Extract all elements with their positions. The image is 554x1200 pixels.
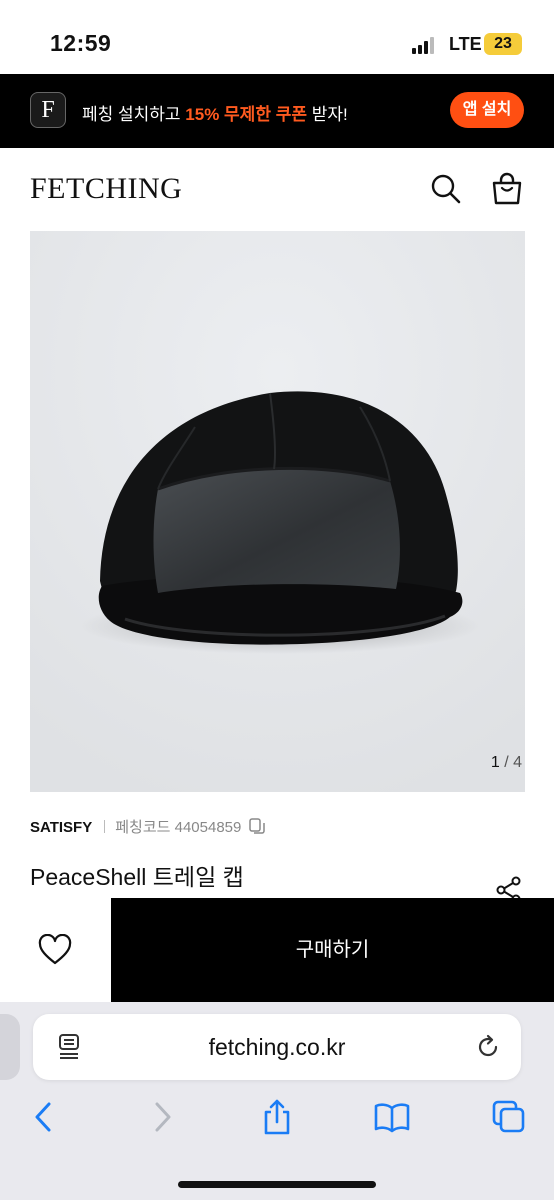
- image-counter-separator: /: [499, 754, 514, 771]
- site-logo[interactable]: FETCHING: [30, 172, 182, 206]
- app-install-button[interactable]: 앱 설치: [450, 92, 524, 128]
- product-meta: SATISFY 페칭코드 44054859: [30, 816, 266, 837]
- bookmarks-icon[interactable]: [374, 1098, 410, 1136]
- tabs-icon[interactable]: [491, 1098, 527, 1136]
- site-header: FETCHING: [0, 148, 554, 230]
- app-install-banner: F 페칭 설치하고 15% 무제한 쿠폰 받자! 앱 설치: [0, 74, 554, 148]
- signal-icon: [412, 36, 438, 54]
- network-type: LTE: [449, 34, 482, 54]
- status-bar: 12:59 LTE 23: [0, 0, 554, 74]
- search-icon[interactable]: [429, 172, 463, 206]
- product-code-label: 페칭코드: [115, 819, 171, 836]
- image-counter: 1 / 4: [491, 754, 522, 772]
- image-counter-current: 1: [490, 754, 500, 771]
- purchase-bar: 구매하기: [0, 898, 554, 1002]
- banner-message: 페칭 설치하고 15% 무제한 쿠폰 받자!: [82, 100, 348, 125]
- buy-button[interactable]: 구매하기: [111, 898, 554, 1002]
- battery-indicator: 23: [484, 33, 522, 55]
- previous-tab-preview[interactable]: [0, 1014, 20, 1080]
- banner-message-suffix: 받자!: [306, 105, 348, 124]
- cap-illustration: [30, 231, 525, 792]
- banner-message-prefix: 페칭 설치하고: [82, 105, 186, 124]
- status-time: 12:59: [50, 30, 112, 56]
- back-icon[interactable]: [26, 1098, 62, 1136]
- divider: [104, 820, 106, 833]
- browser-toolbar: fetching.co.kr: [0, 1002, 554, 1200]
- copy-icon[interactable]: [248, 817, 266, 835]
- product-image[interactable]: 1 / 4: [30, 231, 525, 792]
- product-title: PeaceShell 트레일 캡: [30, 864, 244, 890]
- forward-icon[interactable]: [144, 1098, 180, 1136]
- image-counter-total: 4: [513, 754, 522, 771]
- reload-icon[interactable]: [475, 1034, 501, 1060]
- product-code: 44054859: [174, 819, 242, 836]
- heart-icon[interactable]: [38, 934, 72, 966]
- banner-message-highlight: 15% 무제한 쿠폰: [185, 105, 307, 124]
- home-indicator: [178, 1181, 376, 1188]
- url-text[interactable]: fetching.co.kr: [33, 1034, 521, 1061]
- product-brand[interactable]: SATISFY: [30, 819, 92, 836]
- address-bar[interactable]: fetching.co.kr: [33, 1014, 521, 1080]
- fetching-app-logo: F: [30, 92, 66, 128]
- shopping-bag-icon[interactable]: [490, 172, 524, 206]
- share-sheet-icon[interactable]: [259, 1098, 295, 1136]
